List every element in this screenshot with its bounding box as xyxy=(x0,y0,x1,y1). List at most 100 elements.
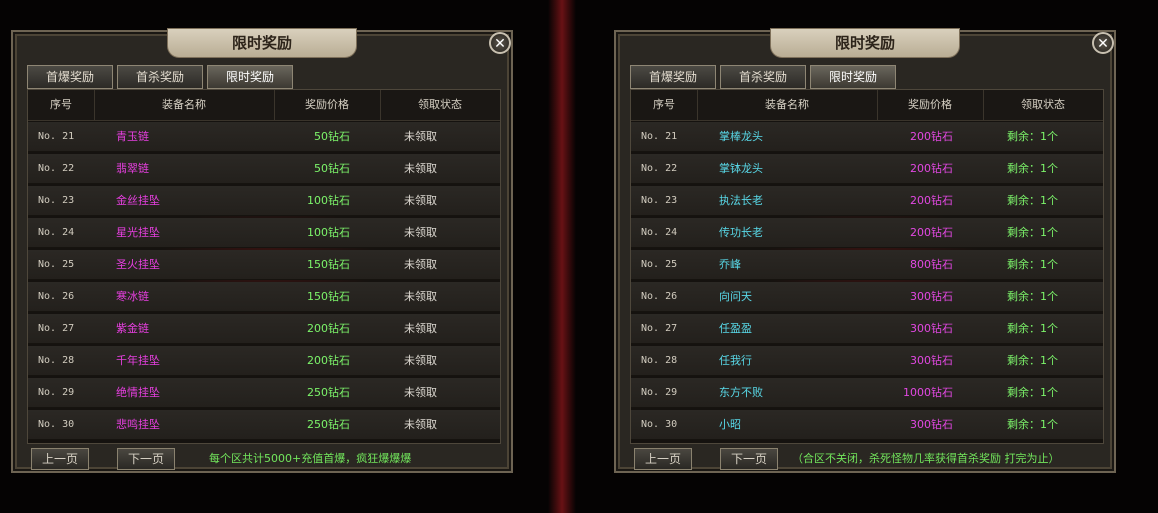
close-icon[interactable]: ✕ xyxy=(1092,32,1114,54)
col-divider xyxy=(877,90,878,120)
next-page-button[interactable]: 下一页 xyxy=(117,448,175,470)
table-row: No. 29 绝情挂坠 250钻石 未领取 xyxy=(28,378,500,408)
tab-first-kill[interactable]: 首杀奖励 xyxy=(117,65,203,89)
row-number: No. 25 xyxy=(38,259,75,270)
item-name: 掌钵龙头 xyxy=(719,162,763,175)
table-row: No. 28 任我行 300钻石 剩余：1个 xyxy=(631,346,1103,376)
item-name: 星光挂坠 xyxy=(116,226,160,239)
item-price: 300钻石 xyxy=(910,290,953,303)
row-number: No. 30 xyxy=(641,419,678,430)
reward-table: 序号 装备名称 奖励价格 领取状态 No. 21 青玉链 50钻石 未领取 No… xyxy=(27,89,501,444)
tab-limited-time[interactable]: 限时奖励 xyxy=(207,65,293,89)
table-row: No. 28 千年挂坠 200钻石 未领取 xyxy=(28,346,500,376)
claim-status: 剩余：1个 xyxy=(1007,386,1058,399)
item-price: 300钻石 xyxy=(910,322,953,335)
item-name: 圣火挂坠 xyxy=(116,258,160,271)
claim-status: 未领取 xyxy=(404,354,437,367)
tab-first-drop[interactable]: 首爆奖励 xyxy=(630,65,716,89)
item-name: 任盈盈 xyxy=(719,322,752,335)
claim-status: 剩余：1个 xyxy=(1007,194,1058,207)
item-price: 100钻石 xyxy=(307,194,350,207)
table-row: No. 22 翡翠链 50钻石 未领取 xyxy=(28,154,500,184)
col-divider xyxy=(380,90,381,120)
table-row: No. 21 掌棒龙头 200钻石 剩余：1个 xyxy=(631,122,1103,152)
reward-panel-left: 限时奖励 ✕ 首爆奖励 首杀奖励 限时奖励 序号 装备名称 奖励价格 领取状态 … xyxy=(11,28,513,473)
tab-limited-time[interactable]: 限时奖励 xyxy=(810,65,896,89)
item-name: 绝情挂坠 xyxy=(116,386,160,399)
table-row: No. 27 任盈盈 300钻石 剩余：1个 xyxy=(631,314,1103,344)
item-price: 150钻石 xyxy=(307,258,350,271)
row-number: No. 22 xyxy=(641,163,678,174)
item-price: 300钻石 xyxy=(910,418,953,431)
item-name: 紫金链 xyxy=(116,322,149,335)
panel-title: 限时奖励 xyxy=(770,28,960,58)
claim-status: 剩余：1个 xyxy=(1007,322,1058,335)
reward-table: 序号 装备名称 奖励价格 领取状态 No. 21 掌棒龙头 200钻石 剩余：1… xyxy=(630,89,1104,444)
background-crack xyxy=(548,0,576,513)
prev-page-button[interactable]: 上一页 xyxy=(634,448,692,470)
table-row: No. 26 向问天 300钻石 剩余：1个 xyxy=(631,282,1103,312)
claim-status: 未领取 xyxy=(404,194,437,207)
row-number: No. 27 xyxy=(641,323,678,334)
row-number: No. 23 xyxy=(38,195,75,206)
row-number: No. 24 xyxy=(641,227,678,238)
col-divider xyxy=(94,90,95,120)
col-header-price: 奖励价格 xyxy=(908,98,952,111)
claim-status: 未领取 xyxy=(404,258,437,271)
table-row: No. 23 金丝挂坠 100钻石 未领取 xyxy=(28,186,500,216)
claim-status: 剩余：1个 xyxy=(1007,258,1058,271)
col-divider xyxy=(274,90,275,120)
row-number: No. 26 xyxy=(38,291,75,302)
table-row: No. 24 传功长老 200钻石 剩余：1个 xyxy=(631,218,1103,248)
table-row: No. 27 紫金链 200钻石 未领取 xyxy=(28,314,500,344)
row-number: No. 21 xyxy=(641,131,678,142)
item-price: 250钻石 xyxy=(307,418,350,431)
row-number: No. 29 xyxy=(641,387,678,398)
promo-note: 每个区共计5000+充值首爆，疯狂爆爆爆 xyxy=(209,452,412,465)
claim-status: 未领取 xyxy=(404,130,437,143)
item-name: 青玉链 xyxy=(116,130,149,143)
item-price: 200钻石 xyxy=(910,226,953,239)
row-number: No. 24 xyxy=(38,227,75,238)
col-header-name: 装备名称 xyxy=(765,98,809,111)
table-header: 序号 装备名称 奖励价格 领取状态 xyxy=(28,90,500,121)
item-name: 寒冰链 xyxy=(116,290,149,303)
table-row: No. 29 东方不败 1000钻石 剩余：1个 xyxy=(631,378,1103,408)
table-row: No. 30 悲鸣挂坠 250钻石 未领取 xyxy=(28,410,500,440)
item-name: 传功长老 xyxy=(719,226,763,239)
item-name: 任我行 xyxy=(719,354,752,367)
claim-status: 剩余：1个 xyxy=(1007,354,1058,367)
table-row: No. 26 寒冰链 150钻石 未领取 xyxy=(28,282,500,312)
table-row: No. 24 星光挂坠 100钻石 未领取 xyxy=(28,218,500,248)
col-header-name: 装备名称 xyxy=(162,98,206,111)
claim-status: 剩余：1个 xyxy=(1007,162,1058,175)
table-row: No. 30 小昭 300钻石 剩余：1个 xyxy=(631,410,1103,440)
col-header-index: 序号 xyxy=(653,98,675,111)
prev-page-button[interactable]: 上一页 xyxy=(31,448,89,470)
item-price: 150钻石 xyxy=(307,290,350,303)
col-divider xyxy=(697,90,698,120)
item-price: 250钻石 xyxy=(307,386,350,399)
claim-status: 未领取 xyxy=(404,226,437,239)
item-price: 50钻石 xyxy=(314,130,350,143)
item-price: 200钻石 xyxy=(910,194,953,207)
item-name: 向问天 xyxy=(719,290,752,303)
promo-note: （合区不关闭，杀死怪物几率获得首杀奖励 打完为止） xyxy=(792,452,1060,465)
item-name: 千年挂坠 xyxy=(116,354,160,367)
claim-status: 未领取 xyxy=(404,418,437,431)
tab-first-kill[interactable]: 首杀奖励 xyxy=(720,65,806,89)
item-name: 悲鸣挂坠 xyxy=(116,418,160,431)
claim-status: 未领取 xyxy=(404,322,437,335)
row-number: No. 27 xyxy=(38,323,75,334)
row-number: No. 29 xyxy=(38,387,75,398)
item-price: 800钻石 xyxy=(910,258,953,271)
next-page-button[interactable]: 下一页 xyxy=(720,448,778,470)
item-name: 乔峰 xyxy=(719,258,741,271)
row-number: No. 26 xyxy=(641,291,678,302)
table-row: No. 21 青玉链 50钻石 未领取 xyxy=(28,122,500,152)
tab-first-drop[interactable]: 首爆奖励 xyxy=(27,65,113,89)
col-header-price: 奖励价格 xyxy=(305,98,349,111)
table-header: 序号 装备名称 奖励价格 领取状态 xyxy=(631,90,1103,121)
close-icon[interactable]: ✕ xyxy=(489,32,511,54)
item-price: 200钻石 xyxy=(910,162,953,175)
